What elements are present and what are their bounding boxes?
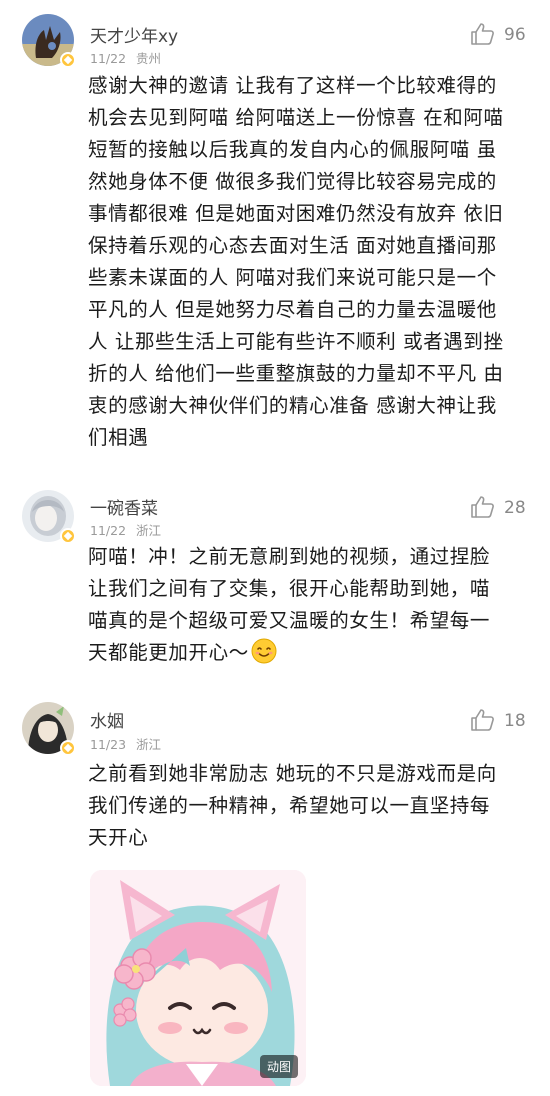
like-button[interactable]: 96: [470, 20, 540, 50]
username[interactable]: 水姻: [90, 707, 124, 732]
thumbs-up-icon: [471, 23, 494, 45]
comment-location: 浙江: [136, 523, 162, 538]
comment-meta: 11/22 浙江: [90, 520, 161, 539]
like-count: 96: [504, 25, 526, 45]
comment-meta: 11/23 浙江: [90, 734, 161, 753]
comment-text: 感谢大神的邀请 让我有了这样一个比较难得的 机会去见到阿喵 给阿喵送上一份惊喜 …: [88, 74, 504, 449]
comment-date: 11/22: [90, 523, 127, 538]
verified-badge-icon: [60, 528, 76, 544]
comment-text: 之前看到她非常励志 她玩的不只是游戏而是向 我们传递的一种精神，希望她可以一直坚…: [88, 762, 497, 849]
avatar[interactable]: [22, 702, 76, 756]
like-button[interactable]: 28: [470, 493, 540, 523]
thumbs-up-icon: [471, 709, 494, 731]
avatar[interactable]: [22, 14, 76, 68]
comment-location: 浙江: [136, 737, 162, 752]
avatar[interactable]: [22, 490, 76, 544]
comment-date: 11/22: [90, 51, 127, 66]
verified-badge-icon: [60, 52, 76, 68]
thumbs-up-icon: [471, 496, 494, 518]
animated-sticker-tag: 动图: [259, 1055, 298, 1078]
comment-text: 阿喵！冲！之前无意刷到她的视频，通过捏脸 让我们之间有了交集，很开心能帮助到她，…: [88, 541, 528, 669]
like-count: 28: [504, 498, 526, 518]
animated-sticker[interactable]: 动图: [90, 870, 306, 1086]
comment-text-body: 阿喵！冲！之前无意刷到她的视频，通过捏脸 让我们之间有了交集，很开心能帮助到她，…: [88, 545, 491, 664]
smiling-face-emoji: [251, 638, 277, 664]
comment-date: 11/23: [90, 737, 127, 752]
like-count: 18: [504, 711, 526, 731]
comment-location: 贵州: [136, 51, 162, 66]
comment-meta: 11/22 贵州: [90, 48, 161, 67]
verified-badge-icon: [60, 740, 76, 756]
username[interactable]: 天才少年xy: [90, 22, 178, 47]
like-button[interactable]: 18: [470, 706, 540, 736]
anime-girl-sticker-image: [90, 870, 306, 1086]
username[interactable]: 一碗香菜: [90, 494, 158, 519]
